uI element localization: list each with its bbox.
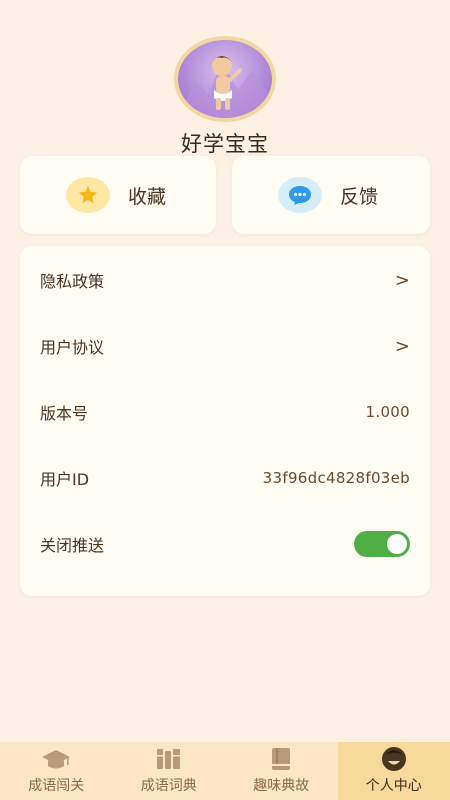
settings-list: 隐私政策 > 用户协议 > 版本号 1.000 用户ID 33f96dc4828… — [20, 246, 430, 596]
profile-header: 好学宝宝 — [0, 36, 450, 158]
books-icon — [154, 745, 184, 773]
chevron-right-icon: > — [394, 269, 410, 291]
toggle-knob — [387, 534, 407, 554]
tab-idiom-dictionary[interactable]: 成语词典 — [113, 742, 226, 800]
star-icon — [66, 177, 110, 213]
tab-fun-stories[interactable]: 趣味典故 — [225, 742, 338, 800]
tab-personal-center[interactable]: 个人中心 — [337, 742, 450, 800]
tab-label: 趣味典故 — [253, 778, 310, 794]
avatar[interactable] — [174, 36, 276, 122]
graduation-cap-icon — [41, 745, 71, 773]
tab-label: 成语词典 — [140, 778, 197, 794]
version-label: 版本号 — [40, 404, 89, 423]
tab-label: 个人中心 — [365, 778, 422, 794]
feedback-button[interactable]: 反馈 — [232, 156, 430, 234]
user-id-label: 用户ID — [40, 470, 90, 489]
chat-bubble-icon — [278, 177, 322, 213]
privacy-policy-row[interactable]: 隐私政策 > — [40, 247, 410, 313]
favorites-button[interactable]: 收藏 — [20, 156, 216, 234]
chevron-right-icon: > — [394, 335, 410, 357]
tab-idiom-challenge[interactable]: 成语闯关 — [0, 742, 113, 800]
user-agreement-row[interactable]: 用户协议 > — [40, 313, 410, 379]
user-id-row: 用户ID 33f96dc4828f03eb — [40, 445, 410, 511]
smiley-face-icon — [380, 745, 408, 773]
push-row: 关闭推送 — [40, 511, 410, 577]
push-toggle[interactable] — [354, 531, 410, 557]
tab-label: 成语闯关 — [28, 778, 85, 794]
avatar-baby-illustration — [178, 56, 272, 118]
bottom-tab-bar: 成语闯关 成语词典 趣味典故 个人中心 — [0, 742, 450, 800]
version-value: 1.000 — [365, 403, 410, 421]
privacy-policy-label: 隐私政策 — [40, 272, 105, 291]
book-icon — [268, 745, 294, 773]
favorites-label: 收藏 — [128, 185, 167, 208]
version-row: 版本号 1.000 — [40, 379, 410, 445]
nickname: 好学宝宝 — [181, 132, 269, 156]
feedback-label: 反馈 — [340, 185, 379, 208]
user-agreement-label: 用户协议 — [40, 338, 105, 357]
push-label: 关闭推送 — [40, 536, 105, 555]
user-id-value: 33f96dc4828f03eb — [262, 469, 410, 487]
